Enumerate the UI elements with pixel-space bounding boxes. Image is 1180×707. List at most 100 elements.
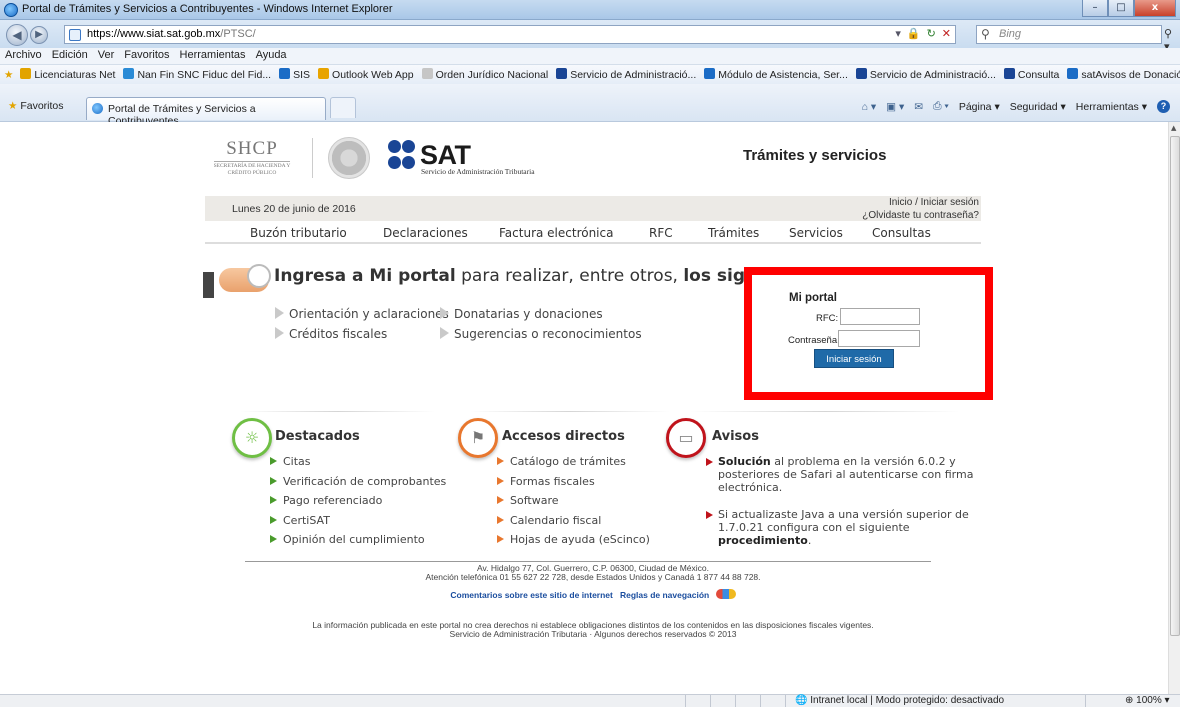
favorite-site-icon bbox=[20, 68, 32, 79]
close-button[interactable]: x bbox=[1134, 0, 1176, 17]
url-field[interactable]: https://www.siat.sat.gob.mx/PTSC/ ▾ 🔒 ↻ … bbox=[64, 25, 956, 44]
list-item[interactable]: Calendario fiscal bbox=[497, 514, 650, 534]
aviso-2-link[interactable]: procedimiento bbox=[718, 534, 808, 547]
forward-button[interactable]: ▶ bbox=[30, 26, 48, 44]
section-divider bbox=[690, 411, 960, 412]
favorites-bar-link[interactable]: Consulta bbox=[1000, 65, 1063, 81]
help-icon[interactable]: ? bbox=[1157, 100, 1170, 113]
login-link[interactable]: Inicio / Iniciar sesión bbox=[862, 196, 979, 209]
section-divider bbox=[240, 411, 435, 412]
refresh-icon[interactable]: ↻ bbox=[927, 27, 936, 40]
security-zone-text: Intranet local | Modo protegido: desacti… bbox=[810, 695, 1005, 706]
menu-edicion[interactable]: Edición bbox=[47, 48, 93, 62]
footer-legal: La información publicada en este portal … bbox=[205, 621, 981, 639]
maximize-button[interactable]: □ bbox=[1108, 0, 1134, 17]
menu-ver[interactable]: Ver bbox=[93, 48, 120, 62]
lock-icon[interactable]: 🔒 bbox=[907, 27, 921, 40]
list-item-label: Hojas de ayuda (eScinco) bbox=[510, 533, 650, 546]
shcp-logo-subtext: SECRETARÍA DE HACIENDA Y CRÉDITO PÚBLICO bbox=[213, 163, 291, 176]
menu-ayuda[interactable]: Ayuda bbox=[251, 48, 292, 62]
scrollbar-thumb[interactable] bbox=[1170, 136, 1180, 636]
menu-herramientas-cmd[interactable]: Herramientas ▾ bbox=[1076, 101, 1147, 113]
favorites-bar-link[interactable]: Orden Jurídico Nacional bbox=[418, 65, 553, 81]
sat-logo-subtext: Servicio de Administración Tributaria bbox=[421, 167, 535, 176]
favorites-bar-link[interactable]: Outlook Web App bbox=[314, 65, 418, 81]
nav-declaraciones[interactable]: Declaraciones bbox=[383, 226, 468, 240]
navigation-rules-link[interactable]: Reglas de navegación bbox=[620, 590, 709, 600]
rfc-input[interactable] bbox=[840, 308, 920, 325]
scroll-up-arrow-icon[interactable]: ▲ bbox=[1171, 124, 1176, 132]
current-date: Lunes 20 de junio de 2016 bbox=[232, 203, 356, 215]
aviso-2-end: . bbox=[807, 534, 812, 547]
password-input[interactable] bbox=[838, 330, 920, 347]
footer-divider bbox=[245, 561, 931, 562]
favorites-bar-link[interactable]: SIS bbox=[275, 65, 314, 81]
vertical-scrollbar[interactable]: ▲ bbox=[1168, 122, 1180, 694]
favorite-site-icon bbox=[279, 68, 291, 79]
nav-rfc[interactable]: RFC bbox=[649, 226, 673, 240]
list-item[interactable]: Opinión del cumplimiento bbox=[270, 533, 446, 553]
list-item[interactable]: Citas bbox=[270, 455, 446, 475]
list-item[interactable]: CertiSAT bbox=[270, 514, 446, 534]
url-text[interactable]: https://www.siat.sat.gob.mx/PTSC/ bbox=[87, 28, 256, 40]
list-item[interactable]: Pago referenciado bbox=[270, 494, 446, 514]
new-tab-button[interactable] bbox=[330, 97, 356, 118]
security-zone[interactable]: 🌐 Intranet local | Modo protegido: desac… bbox=[795, 695, 1004, 706]
favorites-bar-link[interactable]: Licenciaturas Net bbox=[16, 65, 119, 81]
favorites-bar-link[interactable]: satAvisos de Donación y ... bbox=[1063, 65, 1180, 81]
menu-pagina[interactable]: Página ▾ bbox=[959, 101, 1000, 113]
list-item-label: Donatarias y donaciones bbox=[454, 307, 603, 321]
feeds-icon[interactable]: ▣ ▾ bbox=[886, 101, 904, 113]
favorites-bar-link-label: Consulta bbox=[1017, 69, 1060, 81]
page-icon bbox=[69, 29, 81, 41]
nav-consultas[interactable]: Consultas bbox=[872, 226, 931, 240]
nav-tramites[interactable]: Trámites bbox=[708, 226, 759, 240]
add-favorite-star-icon[interactable]: ★ bbox=[4, 69, 13, 81]
favorites-bar-link-label: Licenciaturas Net bbox=[34, 69, 116, 81]
title-bar: Portal de Trámites y Servicios a Contrib… bbox=[0, 0, 1180, 20]
browser-tab[interactable]: Portal de Trámites y Servicios a Contrib… bbox=[86, 97, 326, 127]
arrow-icon bbox=[497, 496, 504, 504]
list-item[interactable]: Verificación de comprobantes bbox=[270, 475, 446, 495]
aviso-2-text: Si actualizaste Java a una versión super… bbox=[718, 508, 969, 534]
comments-link[interactable]: Comentarios sobre este sitio de internet bbox=[450, 590, 612, 600]
favorites-bar-link[interactable]: Servicio de Administració... bbox=[552, 65, 700, 81]
list-item[interactable]: Hojas de ayuda (eScinco) bbox=[497, 533, 650, 553]
list-item[interactable]: Catálogo de trámites bbox=[497, 455, 650, 475]
favorite-site-icon bbox=[704, 68, 716, 79]
menu-seguridad[interactable]: Seguridad ▾ bbox=[1010, 101, 1066, 113]
nav-factura-electronica[interactable]: Factura electrónica bbox=[499, 226, 613, 240]
favorite-site-icon bbox=[421, 68, 433, 79]
login-button[interactable]: Iniciar sesión bbox=[814, 349, 894, 368]
favorites-bar-link[interactable]: Servicio de Administració... bbox=[852, 65, 1000, 81]
list-item[interactable]: Software bbox=[497, 494, 650, 514]
menu-favoritos[interactable]: Favoritos bbox=[119, 48, 174, 62]
search-field[interactable]: ⚲ Bing bbox=[976, 25, 1162, 44]
favorites-bar-link[interactable]: Nan Fin SNC Fiduc del Fid... bbox=[119, 65, 275, 81]
shcp-logo[interactable]: SHCP SECRETARÍA DE HACIENDA Y CRÉDITO PÚ… bbox=[208, 138, 296, 182]
nav-servicios[interactable]: Servicios bbox=[789, 226, 843, 240]
zoom-level[interactable]: ⊕ 100% ▾ bbox=[1125, 695, 1170, 706]
menu-herramientas[interactable]: Herramientas bbox=[175, 48, 251, 62]
aviso-1-bold: Solución bbox=[718, 455, 771, 468]
mail-icon[interactable]: ✉ bbox=[914, 101, 923, 113]
aviso-item[interactable]: Si actualizaste Java a una versión super… bbox=[706, 508, 976, 547]
dropdown-arrow-icon[interactable]: ▾ bbox=[895, 27, 901, 40]
list-item[interactable]: Formas fiscales bbox=[497, 475, 650, 495]
print-icon[interactable]: ⎙ ▾ bbox=[933, 100, 949, 113]
stop-icon[interactable]: ✕ bbox=[942, 27, 951, 40]
command-bar: ★ Favoritos Portal de Trámites y Servici… bbox=[0, 84, 1180, 127]
list-item-label: Sugerencias o reconocimientos bbox=[454, 327, 642, 341]
nav-buzon-tributario[interactable]: Buzón tributario bbox=[250, 226, 347, 240]
aviso-item[interactable]: Solución al problema en la versión 6.0.2… bbox=[706, 455, 976, 494]
menu-archivo[interactable]: Archivo bbox=[0, 48, 47, 62]
favorites-bar-link[interactable]: Módulo de Asistencia, Ser... bbox=[700, 65, 852, 81]
internet-explorer-icon bbox=[4, 3, 18, 17]
sat-logo-icon[interactable] bbox=[388, 138, 416, 174]
home-icon[interactable]: ⌂ ▾ bbox=[862, 101, 877, 113]
favorites-button[interactable]: ★ Favoritos bbox=[8, 100, 64, 112]
back-button[interactable]: ◀ bbox=[6, 24, 28, 46]
minimize-button[interactable]: – bbox=[1082, 0, 1108, 17]
forgot-password-link[interactable]: ¿Olvidaste tu contraseña? bbox=[862, 209, 979, 222]
password-label: Contraseña: bbox=[788, 335, 840, 346]
